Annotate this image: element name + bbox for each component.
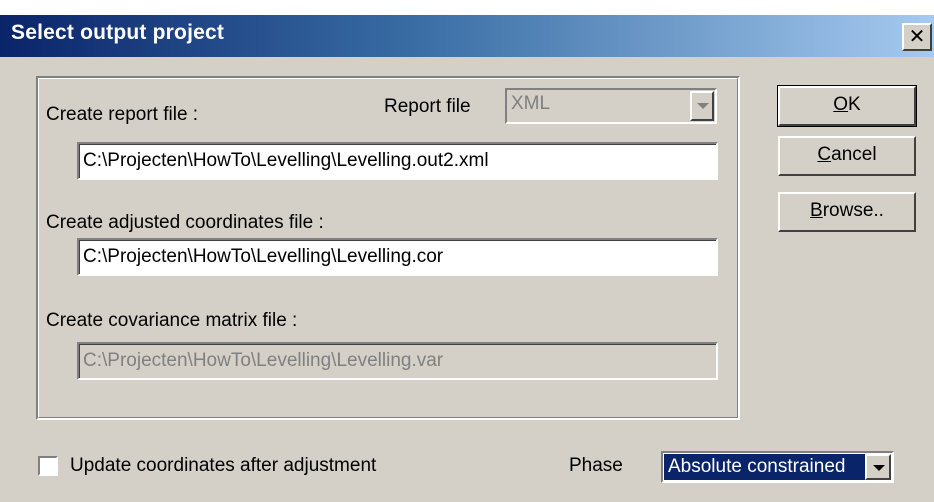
report-file-path-input[interactable] <box>83 147 710 175</box>
top-edge <box>0 0 934 15</box>
update-coordinates-label[interactable]: Update coordinates after adjustment <box>70 455 376 477</box>
window-title: Select output project <box>11 21 225 44</box>
cancel-mnemonic: C <box>817 144 832 165</box>
report-file-type-select: XML <box>505 88 717 124</box>
browse-label-rest: rowse.. <box>822 200 884 221</box>
phase-value: Absolute constrained <box>668 456 846 477</box>
create-covariance-label: Create covariance matrix file : <box>46 310 298 331</box>
select-output-project-dialog: Select output project ✕ Create report fi… <box>0 0 934 502</box>
update-coordinates-checkbox[interactable] <box>38 456 58 476</box>
cancel-button[interactable]: Cancel <box>778 136 916 176</box>
coords-file-path-field[interactable] <box>77 238 718 276</box>
report-file-path-field[interactable] <box>77 142 718 180</box>
report-type-dropdown-button <box>690 91 714 121</box>
browse-button[interactable]: Browse.. <box>778 192 916 232</box>
create-coords-label: Create adjusted coordinates file : <box>46 212 324 233</box>
report-file-type-label: Report file <box>384 96 471 117</box>
report-file-type-value: XML <box>511 93 551 114</box>
coords-file-path-input[interactable] <box>83 243 710 271</box>
title-bar[interactable]: Select output project ✕ <box>0 15 934 57</box>
create-report-label: Create report file : <box>46 104 199 125</box>
chevron-down-icon <box>697 103 709 109</box>
phase-select[interactable]: Absolute constrained <box>661 451 894 483</box>
phase-dropdown-button[interactable] <box>865 454 891 480</box>
ok-button[interactable]: OK <box>777 85 917 127</box>
browse-mnemonic: B <box>810 200 823 221</box>
covariance-file-path-input <box>83 347 710 375</box>
cancel-label-rest: ancel <box>831 144 877 165</box>
covariance-file-path-field <box>77 342 718 380</box>
close-button[interactable]: ✕ <box>902 23 932 51</box>
ok-mnemonic: O <box>833 94 849 115</box>
phase-label: Phase <box>569 455 623 476</box>
phase-selection-highlight: Absolute constrained <box>663 453 866 481</box>
ok-label-rest: K <box>848 94 861 115</box>
chevron-down-icon <box>873 465 885 471</box>
close-icon: ✕ <box>908 24 926 48</box>
